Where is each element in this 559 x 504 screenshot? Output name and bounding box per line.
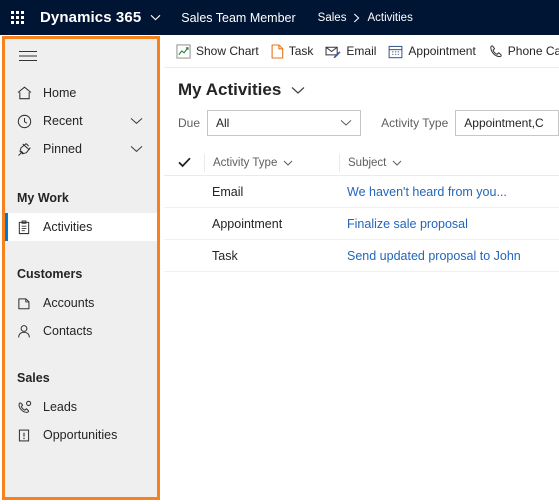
due-filter[interactable]: All bbox=[207, 110, 362, 136]
sidebar-item-accounts[interactable]: Accounts bbox=[5, 289, 157, 317]
chevron-down-icon bbox=[330, 119, 352, 127]
command-label: Task bbox=[288, 44, 314, 58]
cell-subject-link[interactable]: We haven't heard from you... bbox=[339, 185, 559, 199]
chevron-down-icon bbox=[392, 160, 402, 166]
chevron-down-icon bbox=[283, 160, 293, 166]
chevron-down-icon[interactable] bbox=[130, 117, 143, 125]
phone-icon bbox=[488, 44, 503, 59]
person-icon bbox=[17, 324, 39, 339]
activity-type-filter-label: Activity Type bbox=[381, 116, 449, 130]
sidebar-navigation: Home Recent Pinned My Work Activities Cu… bbox=[5, 39, 157, 497]
command-label: Email bbox=[346, 44, 377, 58]
chevron-right-icon bbox=[353, 13, 360, 23]
clock-icon bbox=[17, 114, 39, 129]
sidebar-item-label: Opportunities bbox=[43, 428, 118, 442]
new-email-button[interactable]: Email bbox=[319, 35, 382, 67]
main-content: Show Chart Task Email Appointment Phone … bbox=[164, 35, 559, 504]
cell-subject-link[interactable]: Send updated proposal to John bbox=[339, 249, 559, 263]
brand-chevron-down-icon[interactable] bbox=[150, 14, 161, 21]
column-header-label: Activity Type bbox=[213, 156, 278, 169]
breadcrumb-root[interactable]: Sales bbox=[318, 12, 347, 24]
home-icon bbox=[17, 86, 39, 100]
chevron-down-icon[interactable] bbox=[130, 145, 143, 153]
sidebar-item-leads[interactable]: Leads bbox=[5, 393, 157, 421]
cell-activity-type: Email bbox=[212, 184, 244, 199]
sidebar-item-label: Home bbox=[43, 86, 77, 100]
sidebar-group-customers: Customers bbox=[17, 267, 83, 281]
email-edit-icon bbox=[325, 45, 341, 58]
command-label: Show Chart bbox=[196, 44, 259, 58]
select-all-checkmark-icon[interactable] bbox=[178, 157, 204, 168]
breadcrumb: Sales Activities bbox=[318, 12, 413, 24]
sidebar-item-label: Pinned bbox=[43, 142, 82, 156]
new-phone-call-button[interactable]: Phone Call bbox=[482, 35, 559, 67]
table-row[interactable]: Task Send updated proposal to John bbox=[164, 240, 559, 272]
view-selector-chevron-down-icon[interactable] bbox=[291, 86, 305, 95]
cell-activity-type: Appointment bbox=[212, 216, 283, 231]
sidebar-item-label: Accounts bbox=[43, 296, 95, 310]
sidebar-group-my-work: My Work bbox=[17, 191, 69, 205]
activity-type-filter-value: Appointment,C bbox=[464, 116, 544, 130]
column-header-subject[interactable]: Subject bbox=[339, 153, 559, 172]
view-header: My Activities bbox=[164, 68, 559, 106]
calendar-icon bbox=[388, 44, 403, 59]
command-label: Appointment bbox=[408, 44, 476, 58]
new-appointment-button[interactable]: Appointment bbox=[382, 35, 481, 67]
app-launcher-icon[interactable] bbox=[0, 0, 34, 35]
opportunity-icon bbox=[17, 428, 39, 443]
due-filter-label: Due bbox=[178, 116, 201, 130]
top-navigation-bar: Dynamics 365 Sales Team Member Sales Act… bbox=[0, 0, 559, 35]
column-header-activity-type[interactable]: Activity Type bbox=[204, 153, 339, 172]
sidebar-item-contacts[interactable]: Contacts bbox=[5, 317, 157, 345]
activities-grid: Activity Type Subject Email We haven't h… bbox=[164, 150, 559, 272]
cell-subject-link[interactable]: Finalize sale proposal bbox=[339, 217, 559, 231]
new-task-button[interactable]: Task bbox=[265, 35, 320, 67]
pin-icon bbox=[17, 142, 39, 157]
building-icon bbox=[17, 296, 39, 311]
sidebar-item-activities[interactable]: Activities bbox=[5, 213, 157, 241]
breadcrumb-current[interactable]: Activities bbox=[367, 12, 412, 24]
table-row[interactable]: Appointment Finalize sale proposal bbox=[164, 208, 559, 240]
task-page-icon bbox=[271, 43, 284, 59]
lead-phone-icon bbox=[17, 400, 39, 415]
column-header-label: Subject bbox=[348, 156, 387, 169]
sidebar-item-label: Recent bbox=[43, 114, 83, 128]
sidebar-item-home[interactable]: Home bbox=[5, 79, 157, 107]
filter-row: Due All Activity Type Appointment,C bbox=[164, 106, 559, 140]
sidebar-group-sales: Sales bbox=[17, 371, 50, 385]
table-row[interactable]: Email We haven't heard from you... bbox=[164, 176, 559, 208]
sidebar-item-opportunities[interactable]: Opportunities bbox=[5, 421, 157, 449]
page-title: My Activities bbox=[178, 80, 282, 99]
chart-icon bbox=[176, 43, 191, 59]
clipboard-icon bbox=[17, 219, 39, 235]
app-name-label: Sales Team Member bbox=[181, 10, 296, 25]
activity-type-filter[interactable]: Appointment,C bbox=[455, 110, 559, 136]
sidebar-item-label: Leads bbox=[43, 400, 78, 414]
due-filter-value: All bbox=[216, 116, 230, 130]
grid-header-row: Activity Type Subject bbox=[164, 150, 559, 176]
cell-activity-type: Task bbox=[212, 248, 238, 263]
sidebar-item-pinned[interactable]: Pinned bbox=[5, 135, 157, 163]
command-label: Phone Call bbox=[507, 44, 559, 58]
brand-title: Dynamics 365 bbox=[40, 9, 142, 26]
sidebar-item-label: Contacts bbox=[43, 324, 93, 338]
show-chart-button[interactable]: Show Chart bbox=[170, 35, 265, 67]
command-bar: Show Chart Task Email Appointment Phone … bbox=[164, 35, 559, 68]
sidebar-item-recent[interactable]: Recent bbox=[5, 107, 157, 135]
hamburger-menu-icon[interactable] bbox=[5, 39, 157, 73]
sidebar-item-label: Activities bbox=[43, 220, 93, 234]
